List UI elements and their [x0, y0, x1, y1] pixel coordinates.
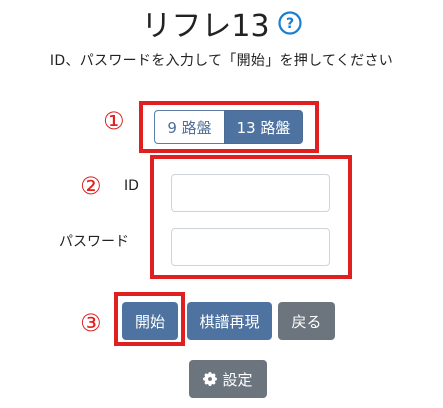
help-symbol: ? — [286, 16, 294, 32]
page-title: リフレ13 — [141, 9, 270, 44]
back-button[interactable]: 戻る — [278, 302, 335, 340]
board-size-13-button[interactable]: 13 路盤 — [224, 110, 303, 144]
board-size-toggle: 9 路盤 13 路盤 — [154, 110, 303, 144]
password-input[interactable] — [171, 228, 330, 266]
settings-button[interactable]: 設定 — [189, 360, 267, 398]
help-icon[interactable]: ? — [277, 11, 302, 35]
id-input[interactable] — [171, 174, 330, 212]
settings-label: 設定 — [222, 370, 253, 389]
instruction-text: ID、パスワードを入力して「開始」を押してください — [49, 53, 394, 69]
page-header: リフレ13 ? — [0, 2, 443, 44]
annotation-marker-3: ③ — [80, 309, 102, 337]
start-button[interactable]: 開始 — [122, 302, 178, 340]
id-label: ID — [124, 178, 139, 194]
annotation-marker-1: ① — [103, 107, 125, 135]
annotation-marker-2: ② — [80, 172, 102, 200]
gear-icon — [203, 372, 218, 386]
board-size-9-button[interactable]: 9 路盤 — [154, 110, 224, 144]
replay-button[interactable]: 棋譜再現 — [187, 302, 272, 340]
password-label: パスワード — [59, 234, 129, 250]
